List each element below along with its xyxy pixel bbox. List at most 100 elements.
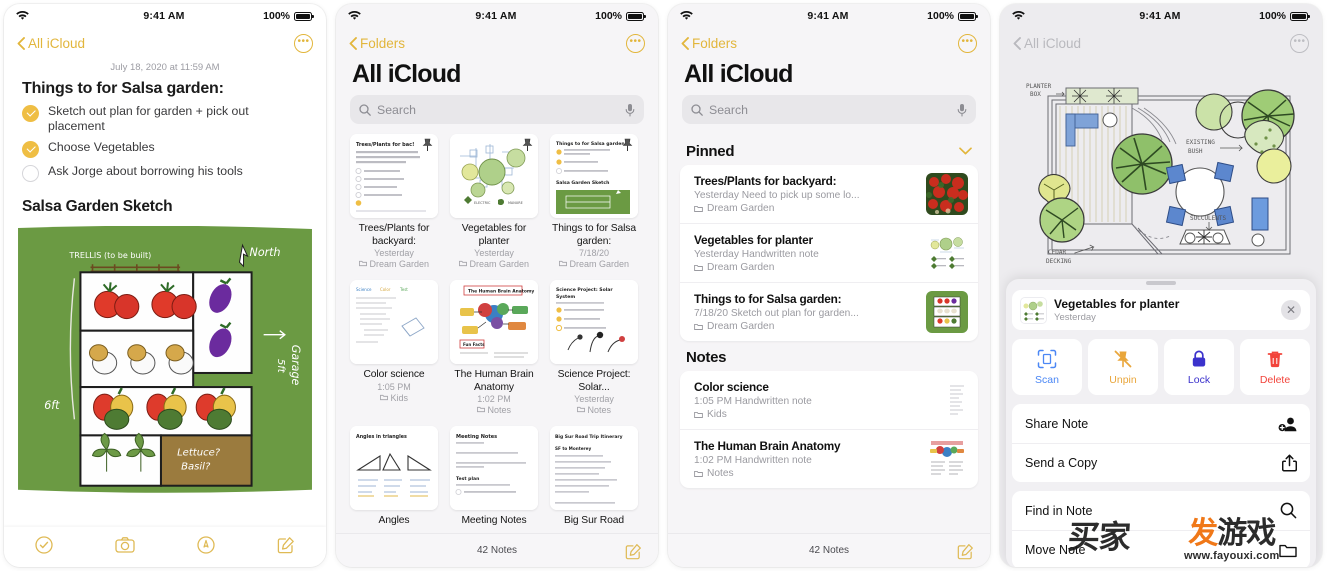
compose-icon[interactable]: [957, 543, 974, 563]
search-placeholder: Search: [377, 102, 416, 117]
list-item-subtitle: 7/18/20 Sketch out plan for garden...: [694, 308, 859, 319]
scan-document-icon: [1037, 349, 1057, 368]
more-circle-icon[interactable]: •••: [626, 33, 645, 53]
list-item[interactable]: Color science 1:05 PM Handwritten note K…: [680, 371, 978, 429]
battery-icon: [1290, 11, 1310, 21]
note-card[interactable]: Angles in triangles Angles: [350, 426, 438, 528]
more-circle-icon[interactable]: •••: [1290, 33, 1309, 53]
list-item[interactable]: The Human Brain Anatomy 1:02 PM Handwrit…: [680, 429, 978, 488]
microphone-icon[interactable]: [625, 103, 635, 117]
share-note-row[interactable]: Share Note: [1012, 404, 1310, 443]
find-in-note-row[interactable]: Find in Note: [1012, 491, 1310, 530]
note-card[interactable]: Science Color Test Color science 1:05 PM K…: [350, 280, 438, 416]
page-title: All iCloud: [352, 60, 461, 88]
lock-button[interactable]: Lock: [1164, 339, 1234, 395]
status-time: 9:41 AM: [1139, 10, 1181, 22]
quick-actions-row: Scan Unpin Lock Delete: [1012, 339, 1310, 395]
search-icon: [359, 103, 371, 116]
checklist-item[interactable]: Ask Jorge about borrowing his tools: [22, 164, 308, 182]
svg-text:Basil?: Basil?: [181, 462, 211, 473]
close-icon[interactable]: ✕: [1281, 300, 1301, 320]
sheet-menu-group-1: Share Note Send a Copy: [1012, 404, 1310, 482]
more-circle-icon[interactable]: •••: [294, 33, 313, 53]
compose-icon[interactable]: [625, 543, 642, 563]
note-card-folder-row: Notes: [450, 405, 538, 416]
svg-text:Science: Science: [356, 287, 372, 292]
delete-button[interactable]: Delete: [1240, 339, 1310, 395]
share-person-icon: [1278, 417, 1297, 431]
note-card[interactable]: ELECTRIC MANURE Vegetables for planter Ye…: [450, 134, 538, 270]
svg-text:6ft: 6ft: [44, 399, 60, 412]
move-note-row[interactable]: Move Note: [1012, 530, 1310, 567]
planter-sketch-thumb: ELECTRIC MANURE: [450, 134, 538, 218]
list-item-folder: Notes: [707, 468, 734, 479]
checklist-text: Ask Jorge about borrowing his tools: [48, 164, 243, 178]
landscape-plan-image[interactable]: PLANTER BOX EXISTING BUSH SUCCULENTS CED…: [1000, 68, 1322, 285]
solar-system-thumb: Science Project: Solar System: [550, 280, 638, 364]
back-button[interactable]: All iCloud: [1013, 36, 1081, 51]
compose-icon[interactable]: [277, 536, 295, 559]
note-card[interactable]: Science Project: Solar System Science Pr…: [550, 280, 638, 416]
note-card[interactable]: Meeting Notes Test plan Meeting Notes: [450, 426, 538, 528]
checklist-item[interactable]: Sketch out plan for garden + pick out pl…: [22, 104, 308, 134]
list-item[interactable]: Trees/Plants for backyard: Yesterday Nee…: [680, 165, 978, 223]
unpin-button[interactable]: Unpin: [1088, 339, 1158, 395]
battery-icon: [626, 11, 646, 21]
share-upload-icon: [1282, 454, 1297, 472]
note-card[interactable]: Things to for Salsa garden: Salsa Garden…: [550, 134, 638, 270]
folder-icon: [694, 411, 703, 418]
notes-grid: Trees/Plants for bac! Trees/Plants for b…: [336, 134, 658, 528]
note-card-title: Science Project: Solar...: [557, 369, 631, 393]
color-science-thumb: Science Color Test: [350, 280, 438, 364]
folder-icon: [694, 205, 703, 212]
note-card[interactable]: The Human Brain Anatomy Fun Facts The Hu…: [450, 280, 538, 416]
svg-text:5ft: 5ft: [275, 359, 286, 374]
list-item-folder: Kids: [707, 409, 727, 420]
checklist-text: Choose Vegetables: [48, 140, 155, 154]
send-copy-label: Send a Copy: [1025, 456, 1098, 470]
wifi-icon: [1012, 11, 1082, 21]
chevron-down-icon[interactable]: [959, 142, 972, 160]
note-card[interactable]: Trees/Plants for bac! Trees/Plants for b…: [350, 134, 438, 270]
search-input[interactable]: Search: [682, 95, 976, 124]
note-card[interactable]: Big Sur Road Trip Itinerary SF to Monter…: [550, 426, 638, 528]
battery-percent: 100%: [263, 10, 290, 22]
svg-text:Big Sur Road Trip Itinerary: Big Sur Road Trip Itinerary: [555, 434, 623, 440]
back-button[interactable]: All iCloud: [17, 36, 85, 51]
markup-pen-icon[interactable]: [197, 535, 215, 559]
list-item[interactable]: Vegetables for planter Yesterday Handwri…: [680, 223, 978, 282]
note-card-title: Angles: [378, 515, 410, 526]
unpin-icon: [1114, 350, 1132, 367]
checklist-item[interactable]: Choose Vegetables: [22, 140, 308, 158]
svg-text:Lettuce?: Lettuce?: [177, 448, 221, 459]
sheet-note-title: Vegetables for planter: [1054, 297, 1180, 311]
list-item-subtitle: Yesterday Handwritten note: [694, 249, 819, 260]
check-circle-icon[interactable]: [35, 535, 53, 559]
note-card-folder-row: Dream Garden: [550, 259, 638, 270]
more-circle-icon[interactable]: •••: [958, 33, 977, 53]
status-bar: 9:41 AM 100%: [336, 4, 658, 28]
section-header-pinned[interactable]: Pinned: [668, 134, 990, 165]
camera-icon[interactable]: [115, 536, 135, 559]
list-item[interactable]: Things to for Salsa garden: 7/18/20 Sket…: [680, 282, 978, 341]
search-input[interactable]: Search: [350, 95, 644, 124]
scan-button[interactable]: Scan: [1012, 339, 1082, 395]
garden-sketch-image[interactable]: TRELLIS (to be built) North Lettuce? Bas…: [4, 226, 326, 494]
section-header-notes[interactable]: Notes: [668, 341, 990, 371]
folder-icon: [459, 260, 467, 267]
list-item-folder: Dream Garden: [707, 321, 775, 332]
back-button[interactable]: Folders: [681, 36, 737, 51]
send-copy-row[interactable]: Send a Copy: [1012, 443, 1310, 482]
checkbox-empty-icon[interactable]: [22, 165, 39, 182]
notes-footer: 42 Notes: [668, 533, 990, 567]
note-card-title: Big Sur Road: [563, 515, 625, 526]
microphone-icon[interactable]: [957, 103, 967, 117]
sheet-grabber[interactable]: [1146, 281, 1176, 285]
svg-text:Test plan: Test plan: [456, 476, 479, 482]
checkbox-checked-icon[interactable]: [22, 105, 39, 122]
back-button[interactable]: Folders: [349, 36, 405, 51]
note-card-folder-row: Dream Garden: [450, 259, 538, 270]
checkbox-checked-icon[interactable]: [22, 141, 39, 158]
note-subheading: Salsa Garden Sketch: [22, 198, 173, 215]
salsa-garden-thumb: [926, 291, 968, 333]
